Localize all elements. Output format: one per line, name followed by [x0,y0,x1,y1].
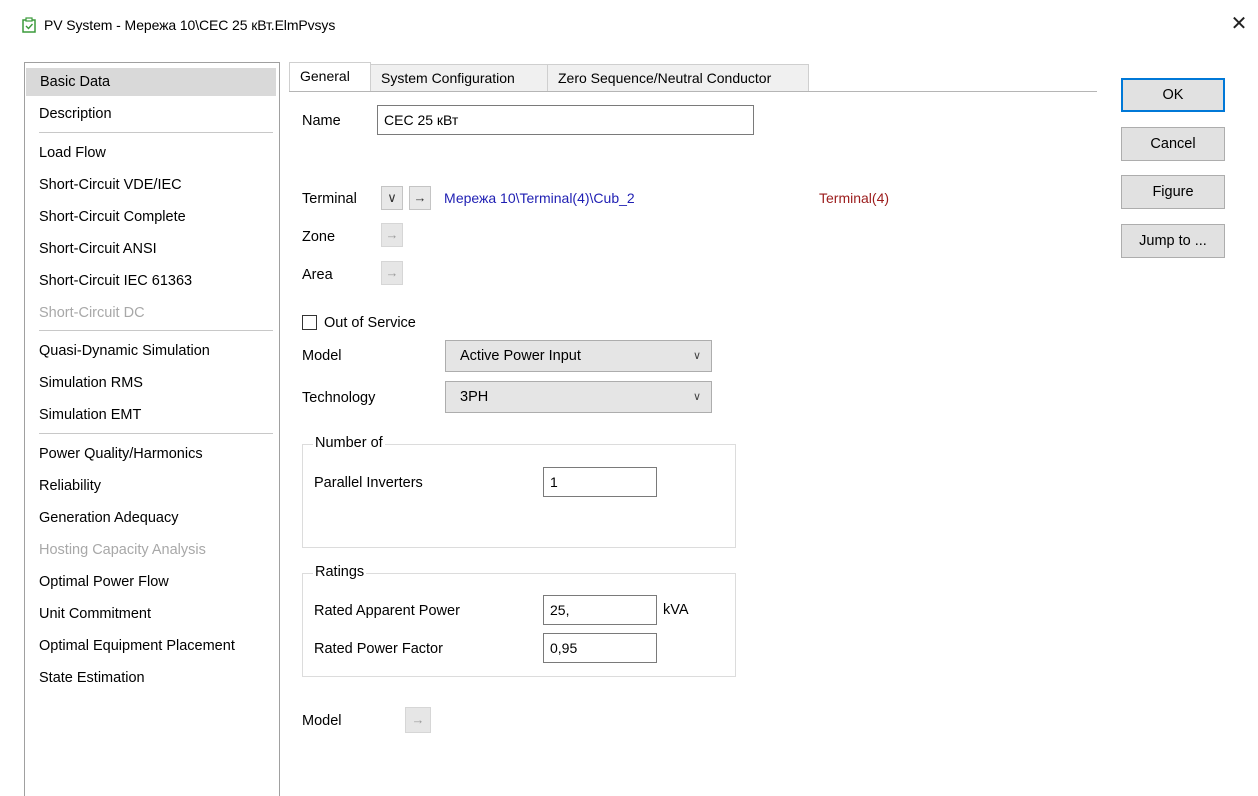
terminal-path-link[interactable]: Мережа 10\Terminal(4)\Cub_2 [444,190,635,206]
name-label: Name [302,113,341,129]
rated-apparent-power-unit: kVA [663,602,689,618]
sidebar-item-quasi-dynamic-simulation[interactable]: Quasi-Dynamic Simulation [25,337,275,365]
sidebar-item-short-circuit-ansi[interactable]: Short-Circuit ANSI [25,235,275,263]
sidebar-item-short-circuit-complete[interactable]: Short-Circuit Complete [25,203,275,231]
chevron-down-icon: ∨ [692,391,701,403]
sidebar-item-hosting-capacity-analysis: Hosting Capacity Analysis [39,542,206,558]
figure-button[interactable]: Figure [1121,175,1225,209]
sidebar-item-state-estimation[interactable]: State Estimation [25,664,275,692]
sidebar-item-power-quality-harmonics[interactable]: Power Quality/Harmonics [25,440,275,468]
close-icon[interactable]: ✕ [1228,13,1250,35]
number-of-group-title: Number of [313,435,385,451]
cancel-button[interactable]: Cancel [1121,127,1225,161]
sidebar-item-short-circuit-iec-61363[interactable]: Short-Circuit IEC 61363 [25,267,275,295]
sidebar-item-basic-data[interactable]: Basic Data [26,68,276,96]
rated-power-factor-input[interactable]: 0,95 [543,633,657,663]
model-type-label: Model [302,713,342,729]
sidebar-item-load-flow[interactable]: Load Flow [25,139,275,167]
parallel-inverters-label: Parallel Inverters [314,475,423,491]
sidebar-item-unit-commitment[interactable]: Unit Commitment [25,600,275,628]
model-select-value: Active Power Input [460,348,581,364]
out-of-service-label: Out of Service [324,315,416,331]
technology-select-value: 3PH [460,389,489,405]
chevron-down-icon: ∨ [692,350,701,362]
sidebar-item-optimal-power-flow[interactable]: Optimal Power Flow [25,568,275,596]
terminal-jump-arrow-icon[interactable]: → [409,186,431,210]
pv-system-icon [22,17,36,33]
sidebar-item-short-circuit-dc: Short-Circuit DC [39,305,145,321]
ratings-group-title: Ratings [313,564,367,580]
ratings-group: Ratings [302,564,736,677]
model-type-arrow-icon: → [405,707,431,733]
zone-arrow-icon: → [381,223,403,247]
parallel-inverters-input[interactable]: 1 [543,467,657,497]
number-of-group: Number of [302,435,736,548]
sidebar-item-simulation-rms[interactable]: Simulation RMS [25,369,275,397]
tab-general[interactable]: General [289,62,371,92]
model-label: Model [302,348,342,364]
tab-system-configuration[interactable]: System Configuration [370,64,548,92]
rated-apparent-power-input[interactable]: 25, [543,595,657,625]
out-of-service-checkbox[interactable] [302,315,317,330]
rated-apparent-power-label: Rated Apparent Power [314,603,460,619]
sidebar-divider [39,330,273,331]
sidebar-item-optimal-equipment-placement[interactable]: Optimal Equipment Placement [25,632,275,660]
terminal-label: Terminal [302,191,357,207]
name-input[interactable]: СЕС 25 кВт [377,105,754,135]
sidebar-item-generation-adequacy[interactable]: Generation Adequacy [25,504,275,532]
technology-label: Technology [302,390,376,406]
sidebar-item-simulation-emt[interactable]: Simulation EMT [25,401,275,429]
model-select[interactable]: Active Power Input ∨ [445,340,712,372]
rated-power-factor-label: Rated Power Factor [314,641,443,657]
title-bar: PV System - Мережа 10\СЕС 25 кВт.ElmPvsy… [0,0,1258,52]
technology-select[interactable]: 3PH ∨ [445,381,712,413]
tab-zero-sequence-neutral-conductor[interactable]: Zero Sequence/Neutral Conductor [547,64,809,92]
sidebar-item-description[interactable]: Description [25,100,275,128]
terminal-name-link[interactable]: Terminal(4) [819,190,889,206]
sidebar-item-short-circuit-vde-iec[interactable]: Short-Circuit VDE/IEC [25,171,275,199]
zone-label: Zone [302,229,336,245]
sidebar-divider [39,433,273,434]
jump-to-button[interactable]: Jump to ... [1121,224,1225,258]
terminal-select-dropdown-icon[interactable]: ∨ [381,186,403,210]
sidebar-divider [39,132,273,133]
area-arrow-icon: → [381,261,403,285]
window-title: PV System - Мережа 10\СЕС 25 кВт.ElmPvsy… [44,17,336,33]
sidebar: Basic Data Description Load Flow Short-C… [24,62,280,796]
area-label: Area [302,267,333,283]
ok-button[interactable]: OK [1121,78,1225,112]
tab-underline [289,91,1097,92]
sidebar-item-reliability[interactable]: Reliability [25,472,275,500]
